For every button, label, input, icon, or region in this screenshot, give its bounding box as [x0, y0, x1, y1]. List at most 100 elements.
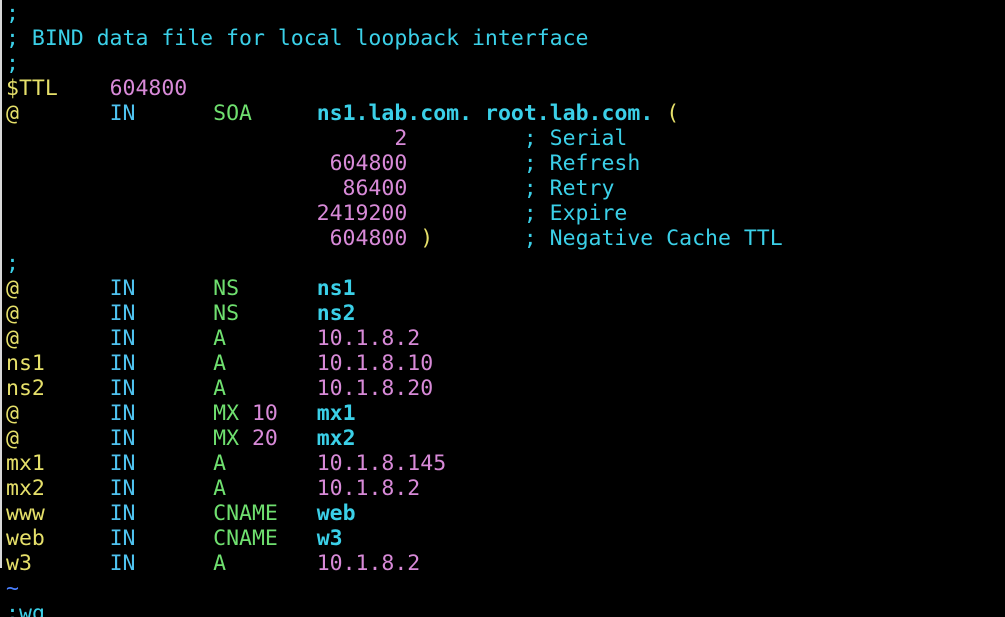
- record-type: MX: [213, 426, 240, 451]
- buffer-line: 2419200 ; Expire: [6, 201, 783, 226]
- buffer-line: ns2 IN A 10.1.8.20: [6, 376, 783, 401]
- record-owner: @: [6, 326, 19, 351]
- record-class: IN: [109, 351, 136, 376]
- record-owner: @: [6, 426, 19, 451]
- record-class: IN: [109, 301, 136, 326]
- record-class: IN: [109, 426, 136, 451]
- record-class: IN: [109, 551, 136, 576]
- vim-buffer[interactable]: ;; BIND data file for local loopback int…: [6, 1, 783, 601]
- numeric-value: 20: [251, 426, 278, 451]
- record-owner: ns1: [6, 351, 45, 376]
- record-class: IN: [109, 476, 136, 501]
- buffer-line: www IN CNAME web: [6, 501, 783, 526]
- empty-line-tilde: ~: [6, 576, 19, 601]
- record-owner: w3: [6, 551, 32, 576]
- record-class: IN: [109, 526, 136, 551]
- buffer-line: 2 ; Serial: [6, 126, 783, 151]
- comment-text: ; Expire: [523, 201, 628, 226]
- record-data-name: ns2: [316, 301, 356, 326]
- record-type: A: [213, 326, 227, 351]
- terminal-window[interactable]: ;; BIND data file for local loopback int…: [0, 0, 1005, 617]
- numeric-value: 10.1.8.2: [316, 476, 421, 501]
- vim-command-line[interactable]: :wq: [6, 601, 45, 617]
- record-class: IN: [109, 501, 136, 526]
- buffer-line: @ IN MX 20 mx2: [6, 426, 783, 451]
- buffer-line: @ IN NS ns1: [6, 276, 783, 301]
- numeric-value: 10.1.8.2: [316, 551, 421, 576]
- numeric-value: 10.1.8.145: [316, 451, 447, 476]
- record-owner: @: [6, 301, 19, 326]
- comment-text: ; Negative Cache TTL: [523, 226, 783, 251]
- buffer-line: ;: [6, 51, 783, 76]
- record-owner: www: [6, 501, 45, 526]
- paren: ): [420, 226, 434, 251]
- numeric-value: 2: [394, 126, 408, 151]
- record-type: MX: [213, 401, 240, 426]
- comment-text: ; Retry: [523, 176, 615, 201]
- record-data-name: root.lab.com.: [485, 101, 654, 126]
- buffer-line: ns1 IN A 10.1.8.10: [6, 351, 783, 376]
- record-type: A: [213, 551, 227, 576]
- buffer-line: @ IN MX 10 mx1: [6, 401, 783, 426]
- numeric-value: 604800: [109, 76, 188, 101]
- paren: (: [666, 101, 680, 126]
- buffer-line: 604800 ; Refresh: [6, 151, 783, 176]
- comment-text: ; BIND data file for local loopback inte…: [6, 26, 589, 51]
- record-data-name: mx1: [316, 401, 356, 426]
- buffer-line: @ IN NS ns2: [6, 301, 783, 326]
- buffer-line: mx1 IN A 10.1.8.145: [6, 451, 783, 476]
- numeric-value: 604800: [329, 226, 408, 251]
- buffer-line: 86400 ; Retry: [6, 176, 783, 201]
- record-owner: mx2: [6, 476, 45, 501]
- record-data-name: ns1: [316, 276, 356, 301]
- record-owner: mx1: [6, 451, 45, 476]
- record-data-name: ns1.lab.com.: [316, 101, 473, 126]
- numeric-value: 604800: [329, 151, 408, 176]
- numeric-value: 86400: [342, 176, 408, 201]
- buffer-line: ;: [6, 251, 783, 276]
- record-data-name: web: [316, 501, 356, 526]
- comment-text: ;: [6, 1, 19, 26]
- buffer-line: 604800 ) ; Negative Cache TTL: [6, 226, 783, 251]
- record-type: CNAME: [213, 501, 278, 526]
- numeric-value: 10.1.8.20: [316, 376, 434, 401]
- record-owner: web: [6, 526, 45, 551]
- record-class: IN: [109, 326, 136, 351]
